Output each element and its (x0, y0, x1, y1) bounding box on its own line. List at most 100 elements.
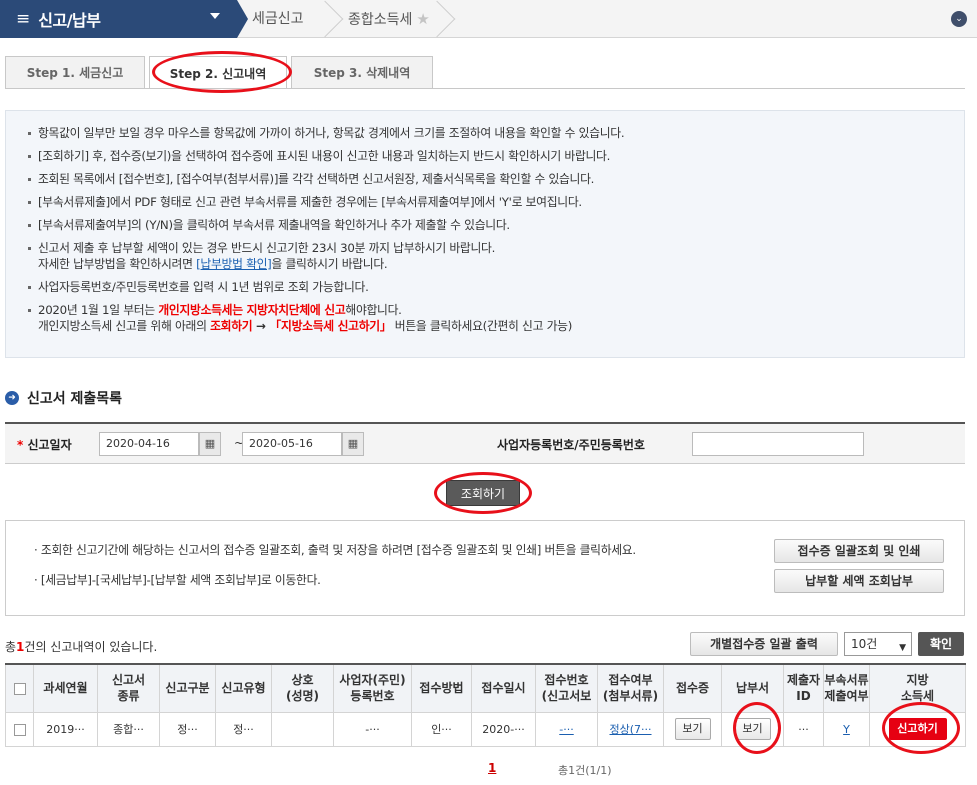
select-all-header (5, 663, 34, 713)
column-header: 지방 소득세 (869, 663, 966, 713)
info-line: 조회된 목록에서 [접수번호], [접수여부(첨부서류)]를 각각 선택하면 신… (28, 171, 964, 187)
receipt-method-cell: 인··· (411, 711, 472, 747)
top-navigation-bar: ≡ 신고/납부 세금신고 종합소득세 ★ ⌄ (0, 0, 977, 38)
receipt-cell: 보기 (663, 711, 722, 747)
payment-slip-cell: 보기 (721, 711, 784, 747)
chevron-down-icon: ▼ (899, 643, 906, 653)
info-text: 개인지방소득세 신고를 위해 아래의 (38, 319, 211, 333)
required-mark: * (17, 438, 24, 452)
page-size-value: 10건 (851, 637, 878, 651)
view-payment-slip-button[interactable]: 보기 (734, 718, 771, 740)
registration-number-cell: -··· (333, 711, 412, 747)
breadcrumb-item-income-tax[interactable]: 종합소득세 ★ (348, 0, 430, 38)
column-header: 과세연월 (33, 663, 98, 713)
submitter-id-cell: ··· (783, 711, 824, 747)
count-prefix: 총 (5, 640, 17, 654)
info-text: 해야합니다. (345, 303, 402, 317)
page-number-1[interactable]: 1 (488, 761, 496, 775)
receipt-number-cell: -··· (535, 711, 598, 747)
form-type-cell: 종합··· (97, 711, 160, 747)
view-receipt-button[interactable]: 보기 (674, 718, 711, 740)
column-header: 부속서류 제출여부 (823, 663, 870, 713)
filing-type-cell: 정··· (215, 711, 272, 747)
section-title: ➜ 신고서 제출목록 (5, 388, 122, 408)
info-line: [부속서류제출여부]의 (Y/N)을 클릭하여 부속서류 제출내역을 확인하거나… (28, 217, 964, 233)
column-header: 납부서 (721, 663, 784, 713)
menu-arrow-shape (237, 0, 248, 38)
local-income-tax-cell: 신고하기 (869, 711, 966, 747)
info-highlight: 「지방소득세 신고하기」 (269, 319, 392, 333)
column-header: 상호 (성명) (271, 663, 334, 713)
tab-step2[interactable]: Step 2. 신고내역 (149, 56, 287, 89)
tax-payment-inquiry-button[interactable]: 납부할 세액 조회납부 (774, 569, 944, 593)
breadcrumb-separator (306, 0, 344, 38)
individual-receipt-print-button[interactable]: 개별접수증 일괄 출력 (690, 632, 838, 656)
page-size-select[interactable]: 10건 ▼ (844, 632, 912, 656)
column-header: 접수여부 (첨부서류) (597, 663, 664, 713)
info-text: 2020년 1월 1일 부터는 (38, 303, 159, 317)
info-text: 을 클릭하시기 바랍니다. (271, 257, 388, 271)
result-count: 총1건의 신고내역이 있습니다. (5, 638, 157, 655)
calendar-icon[interactable]: ▦ (342, 432, 364, 456)
tab-step3[interactable]: Step 3. 삭제내역 (291, 56, 433, 88)
column-header: 사업자(주민) 등록번호 (333, 663, 412, 713)
tab-step1[interactable]: Step 1. 세금신고 (5, 56, 145, 88)
row-select-cell (5, 711, 34, 747)
receipt-number-link[interactable]: -··· (559, 723, 573, 736)
column-header: 신고구분 (159, 663, 216, 713)
table-row: 2019··· 종합··· 정··· 정··· -··· 인··· 2020-·… (5, 711, 966, 747)
search-button[interactable]: 조회하기 (446, 480, 520, 506)
select-all-checkbox[interactable] (13, 682, 26, 695)
info-highlight: 조회하기 (210, 319, 253, 333)
info-text: 버튼을 클릭하세요(간편히 신고 가능) (391, 319, 573, 333)
column-header: 제출자 ID (783, 663, 824, 713)
notice-text: · 조회한 신고기간에 해당하는 신고서의 접수증 일괄조회, 출력 및 저장을… (34, 543, 636, 557)
info-line: [부속서류제출]에서 PDF 형태로 신고 관련 부속서류를 제출한 경우에는 … (28, 194, 964, 210)
batch-receipt-print-button[interactable]: 접수증 일괄조회 및 인쇄 (774, 539, 944, 563)
info-line: 항목값이 일부만 보일 경우 마우스를 항목값에 가까이 하거나, 항목값 경계… (28, 125, 964, 141)
menu-title: 신고/납부 (38, 11, 101, 30)
payment-method-link[interactable]: [납부방법 확인] (196, 257, 272, 271)
id-label: 사업자등록번호/주민등록번호 (497, 438, 645, 452)
filing-list-table: 과세연월 신고서 종류 신고구분 신고유형 상호 (성명) 사업자(주민) 등록… (5, 663, 966, 747)
local-tax-file-button[interactable]: 신고하기 (888, 718, 947, 740)
column-header: 접수일시 (471, 663, 536, 713)
receipt-datetime-cell: 2020-··· (471, 711, 536, 747)
date-label-text: 신고일자 (27, 438, 72, 452)
info-line: 사업자등록번호/주민등록번호를 입력 시 1년 범위로 조회 가능합니다. (28, 279, 964, 295)
count-suffix: 건의 신고내역이 있습니다. (24, 640, 158, 654)
arrow-circle-icon: ➜ (5, 391, 19, 405)
info-line: 신고서 제출 후 납부할 세액이 있는 경우 반드시 신고기한 23시 30분 … (28, 240, 964, 272)
table-header-row: 과세연월 신고서 종류 신고구분 신고유형 상호 (성명) 사업자(주민) 등록… (5, 663, 966, 713)
date-label: * 신고일자 (17, 436, 72, 453)
info-line: 2020년 1월 1일 부터는 개인지방소득세는 지방자치단체에 신고해야합니다… (28, 302, 964, 334)
info-text: 신고서 제출 후 납부할 세액이 있는 경우 반드시 신고기한 23시 30분 … (38, 241, 496, 255)
registration-number-input[interactable] (692, 432, 864, 456)
section-title-text: 신고서 제출목록 (27, 391, 123, 407)
column-header: 접수증 (663, 663, 722, 713)
main-menu-dropdown[interactable]: ≡ 신고/납부 (0, 0, 237, 38)
pagination-info: 총1건(1/1) (558, 764, 612, 777)
info-text: 자세한 납부방법을 확인하시려면 (38, 257, 197, 271)
attachment-status-cell: Y (823, 711, 870, 747)
date-from-input[interactable]: 2020-04-16 (99, 432, 199, 456)
date-to-input[interactable]: 2020-05-16 (242, 432, 342, 456)
breadcrumb-item-tax-filing[interactable]: 세금신고 (252, 0, 304, 38)
chevron-down-icon (210, 13, 220, 19)
notice-text: · [세금납부]-[국세납부]-[납부할 세액 조회납부]로 이동한다. (34, 573, 321, 587)
receipt-status-cell: 정상(7··· (597, 711, 664, 747)
confirm-button[interactable]: 확인 (918, 632, 964, 656)
hamburger-icon: ≡ (16, 8, 31, 29)
column-header: 신고서 종류 (97, 663, 160, 713)
calendar-icon[interactable]: ▦ (199, 432, 221, 456)
tab-underline (5, 88, 965, 89)
expand-chevron-icon[interactable]: ⌄ (951, 11, 967, 27)
column-header: 접수방법 (411, 663, 472, 713)
search-panel: * 신고일자 2020-04-16 ▦ ~ 2020-05-16 ▦ 사업자등록… (5, 422, 965, 464)
tax-period-cell: 2019··· (33, 711, 98, 747)
attachment-status-link[interactable]: Y (843, 723, 850, 736)
receipt-status-link[interactable]: 정상(7··· (609, 723, 651, 736)
row-checkbox[interactable] (13, 723, 26, 736)
receipt-notice-box: · 조회한 신고기간에 해당하는 신고서의 접수증 일괄조회, 출력 및 저장을… (5, 520, 965, 616)
step-tabs: Step 1. 세금신고 Step 2. 신고내역 Step 3. 삭제내역 (5, 56, 437, 89)
